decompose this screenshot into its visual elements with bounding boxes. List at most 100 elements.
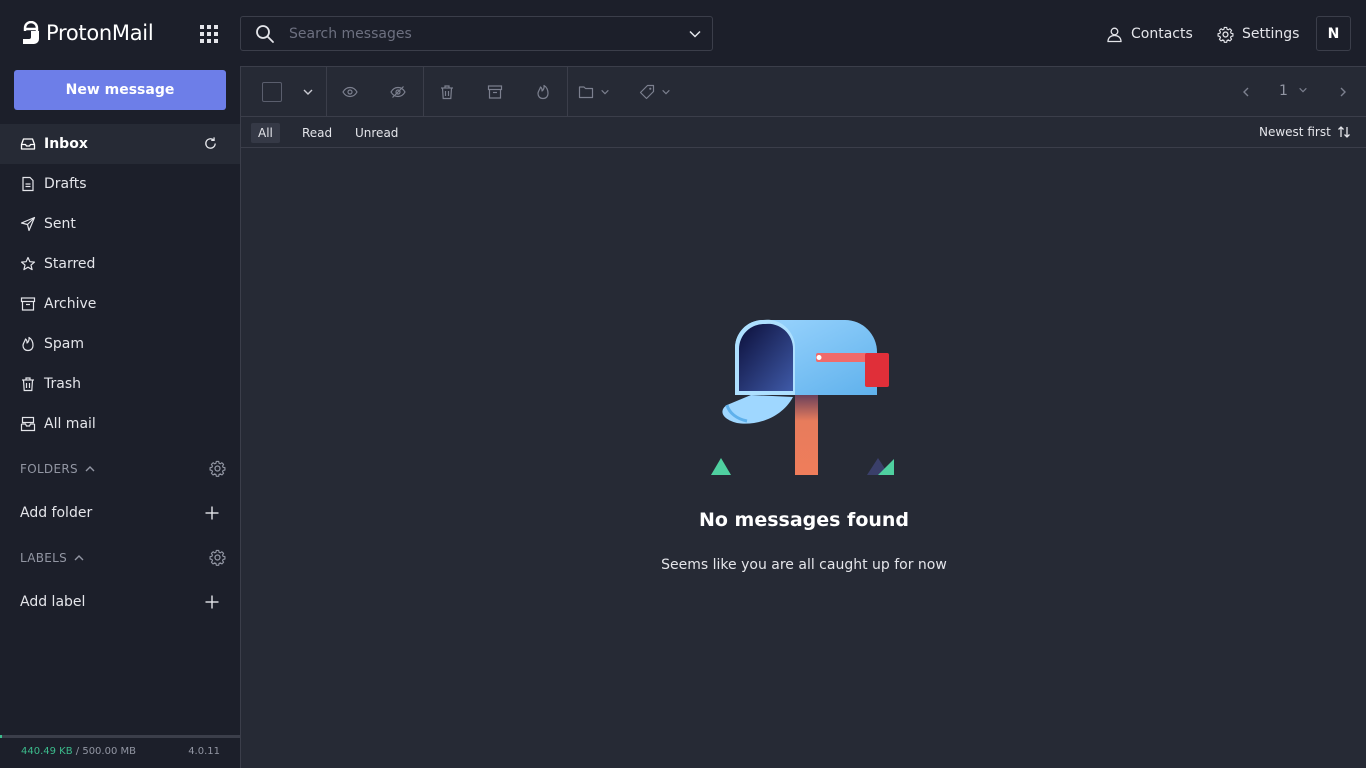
search-input[interactable]: Search messages — [289, 26, 688, 42]
next-page-button[interactable] — [1332, 81, 1354, 103]
move-to-spam-button[interactable] — [532, 81, 554, 103]
sidebar-item-label: Inbox — [44, 136, 88, 152]
paper-plane-icon — [20, 216, 36, 232]
chevron-up-icon — [74, 555, 84, 561]
protonmail-logo-icon — [23, 21, 39, 44]
labels-heading: LABELS — [20, 551, 68, 565]
add-folder-button[interactable]: Add folder — [20, 498, 230, 528]
toolbar-divider — [423, 67, 424, 117]
fire-icon — [537, 84, 549, 100]
folders-heading: FOLDERS — [20, 462, 78, 476]
sidebar-item-archive[interactable]: Archive — [0, 284, 240, 324]
sidebar-item-label: Starred — [44, 256, 96, 272]
storage-total: / 500.00 MB — [75, 746, 136, 757]
contacts-label: Contacts — [1131, 26, 1193, 42]
tag-icon — [639, 84, 655, 100]
settings-button[interactable]: Settings — [1217, 20, 1299, 48]
add-label-label: Add label — [20, 594, 86, 610]
contacts-icon — [1107, 27, 1122, 42]
storage-progress-bar — [0, 735, 240, 738]
user-avatar[interactable]: N — [1316, 16, 1351, 51]
sidebar-item-label: Sent — [44, 216, 76, 232]
eye-slash-icon — [390, 86, 406, 98]
sidebar-item-drafts[interactable]: Drafts — [0, 164, 240, 204]
settings-label: Settings — [1242, 26, 1300, 42]
sort-label: Newest first — [1259, 125, 1331, 139]
fire-icon — [22, 336, 34, 352]
app-version[interactable]: 4.0.11 — [188, 746, 220, 757]
empty-state-subtitle: Seems like you are all caught up for now — [661, 557, 947, 573]
logo-text: ProtonMail — [46, 21, 154, 45]
sidebar: New message Inbox Drafts Sent Starred Ar… — [0, 66, 240, 768]
sidebar-item-label: Spam — [44, 336, 84, 352]
move-to-archive-button[interactable] — [484, 81, 506, 103]
plus-icon — [205, 595, 219, 609]
contacts-button[interactable]: Contacts — [1106, 20, 1193, 48]
sidebar-item-all-mail[interactable]: All mail — [0, 404, 240, 444]
all-mail-icon — [20, 416, 36, 432]
trash-icon — [22, 377, 34, 392]
sidebar-item-label: Archive — [44, 296, 97, 312]
sidebar-item-sent[interactable]: Sent — [0, 204, 240, 244]
empty-mailbox-illustration — [711, 319, 894, 475]
move-to-trash-button[interactable] — [436, 81, 458, 103]
archive-icon — [487, 85, 503, 99]
message-list-panel: 1 All Read Unread Newest first No messag… — [240, 66, 1366, 768]
move-to-folder-dropdown[interactable] — [578, 81, 618, 103]
trash-icon — [441, 85, 453, 100]
search-options-chevron-icon[interactable] — [688, 27, 702, 41]
sort-arrows-icon — [1337, 126, 1350, 138]
apps-grid-icon[interactable] — [197, 22, 221, 46]
sidebar-item-starred[interactable]: Starred — [0, 244, 240, 284]
sidebar-item-inbox[interactable]: Inbox — [0, 124, 240, 164]
search-icon — [256, 24, 274, 43]
chevron-up-icon — [85, 466, 95, 472]
filter-unread[interactable]: Unread — [348, 123, 405, 143]
toolbar-divider — [567, 67, 568, 117]
eye-icon — [342, 86, 358, 98]
inbox-icon — [20, 138, 36, 150]
new-message-button[interactable]: New message — [14, 70, 226, 110]
apply-label-dropdown[interactable] — [639, 81, 679, 103]
add-folder-label: Add folder — [20, 505, 93, 521]
mark-unread-button[interactable] — [387, 81, 409, 103]
storage-usage: 440.49 KB / 500.00 MB — [21, 746, 136, 757]
chevron-down-icon — [662, 89, 670, 95]
sidebar-item-spam[interactable]: Spam — [0, 324, 240, 364]
toolbar-divider — [326, 67, 327, 117]
filter-all[interactable]: All — [251, 123, 280, 143]
folder-icon — [578, 86, 594, 99]
gear-icon — [1217, 26, 1234, 43]
plus-icon — [205, 506, 219, 520]
page-number-dropdown[interactable]: 1 — [1279, 83, 1308, 99]
sidebar-item-trash[interactable]: Trash — [0, 364, 240, 404]
labels-section-toggle[interactable]: LABELS — [20, 546, 85, 570]
storage-used: 440.49 KB — [21, 746, 73, 757]
protonmail-logo[interactable]: ProtonMail — [22, 19, 154, 47]
search-box[interactable]: Search messages — [240, 16, 713, 51]
sidebar-item-label: Drafts — [44, 176, 87, 192]
folders-settings-gear-icon[interactable] — [209, 460, 226, 477]
chevron-down-icon — [1299, 87, 1308, 93]
add-label-button[interactable]: Add label — [20, 587, 230, 617]
filter-read[interactable]: Read — [295, 123, 339, 143]
folders-section-toggle[interactable]: FOLDERS — [20, 457, 96, 481]
chevron-right-icon — [1340, 87, 1346, 97]
sidebar-item-label: Trash — [44, 376, 81, 392]
previous-page-button[interactable] — [1235, 81, 1257, 103]
toolbar: 1 — [241, 67, 1366, 117]
labels-settings-gear-icon[interactable] — [209, 549, 226, 566]
star-icon — [20, 256, 36, 271]
empty-state-title: No messages found — [698, 509, 910, 531]
refresh-icon[interactable] — [203, 136, 218, 151]
filter-bar: All Read Unread Newest first — [241, 117, 1366, 148]
sort-dropdown[interactable]: Newest first — [1259, 123, 1351, 141]
drafts-icon — [22, 176, 34, 192]
select-all-checkbox[interactable] — [262, 82, 282, 102]
page-number: 1 — [1279, 83, 1288, 99]
mark-read-button[interactable] — [339, 81, 361, 103]
chevron-down-icon — [303, 89, 313, 95]
select-options-dropdown[interactable] — [297, 81, 319, 103]
chevron-down-icon — [601, 89, 609, 95]
sidebar-item-label: All mail — [44, 416, 96, 432]
